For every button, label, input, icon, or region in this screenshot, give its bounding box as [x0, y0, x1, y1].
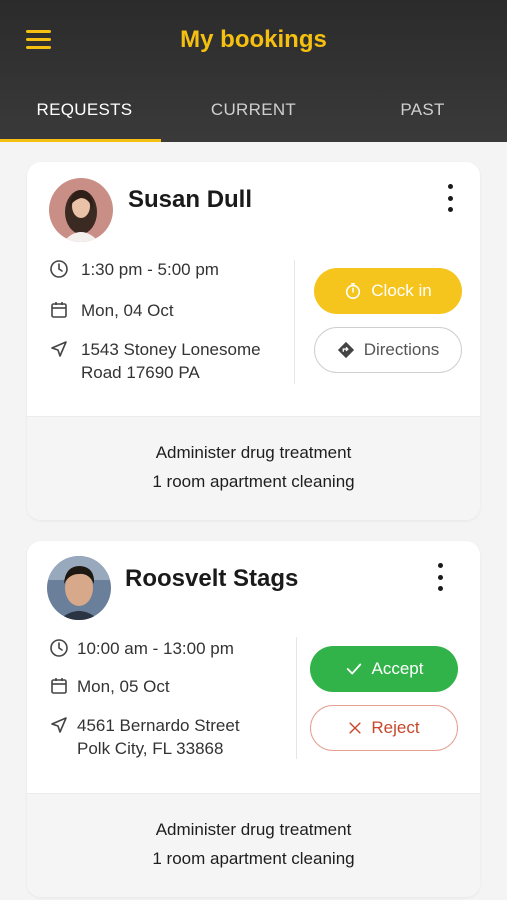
app-header: My bookings REQUESTS CURRENT PAST — [0, 0, 507, 142]
tab-past[interactable]: PAST — [338, 96, 507, 142]
service-item: 1 room apartment cleaning — [152, 849, 355, 868]
booking-card: Roosvelt Stags 10:00 am - 13:00 pm Mon, … — [27, 541, 480, 897]
tab-bar: REQUESTS CURRENT PAST — [0, 96, 507, 142]
tab-requests[interactable]: REQUESTS — [0, 96, 169, 142]
clock-icon — [50, 260, 68, 278]
service-item: Administer drug treatment — [155, 820, 352, 839]
tab-current[interactable]: CURRENT — [169, 96, 338, 142]
clock-in-button[interactable]: Clock in — [314, 268, 462, 314]
calendar-icon — [51, 678, 67, 694]
avatar — [47, 556, 111, 620]
client-name: Susan Dull — [128, 186, 253, 213]
service-item: 1 room apartment cleaning — [152, 472, 355, 491]
checkmark-icon — [346, 663, 361, 675]
page-title: My bookings — [180, 26, 327, 53]
more-options-icon[interactable] — [440, 184, 460, 212]
divider — [296, 637, 297, 759]
x-icon — [349, 722, 362, 734]
booking-time: 10:00 am - 13:00 pm — [49, 637, 234, 660]
avatar — [49, 178, 113, 242]
location-arrow-icon — [51, 717, 67, 733]
booking-time: 1:30 pm - 5:00 pm — [49, 258, 219, 281]
accept-button[interactable]: Accept — [310, 646, 458, 692]
service-item: Administer drug treatment — [155, 443, 352, 462]
booking-card: Susan Dull 1:30 pm - 5:00 pm Mon, 04 Oct… — [27, 162, 480, 520]
client-name: Roosvelt Stags — [125, 565, 299, 592]
booking-date: Mon, 05 Oct — [49, 675, 170, 698]
stopwatch-icon — [346, 282, 361, 300]
services-list: Administer drug treatment 1 room apartme… — [27, 416, 480, 520]
clock-icon — [50, 639, 68, 657]
reject-button[interactable]: Reject — [310, 705, 458, 751]
directions-icon — [337, 341, 354, 359]
booking-address: 1543 Stoney Lonesome Road 17690 PA — [49, 338, 261, 384]
more-options-icon[interactable] — [430, 563, 450, 591]
location-arrow-icon — [51, 341, 67, 357]
services-list: Administer drug treatment 1 room apartme… — [27, 793, 480, 897]
booking-address: 4561 Bernardo Street Polk City, FL 33868 — [49, 714, 240, 760]
calendar-icon — [51, 302, 67, 318]
divider — [294, 260, 295, 384]
directions-button[interactable]: Directions — [314, 327, 462, 373]
booking-date: Mon, 04 Oct — [49, 299, 174, 322]
